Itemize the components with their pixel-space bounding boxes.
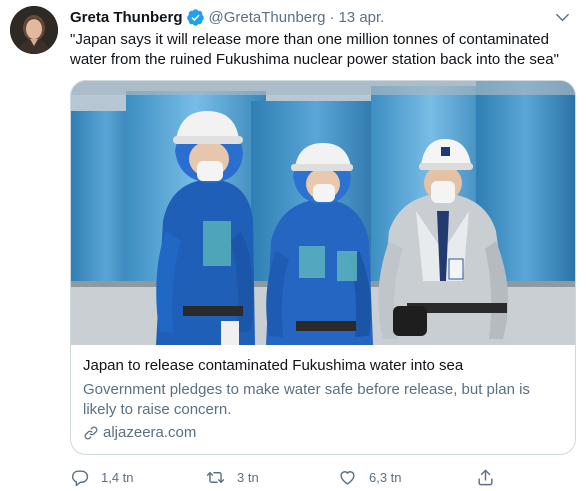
reply-icon — [71, 469, 89, 486]
avatar[interactable] — [10, 6, 58, 54]
card-body: Japan to release contaminated Fukushima … — [83, 356, 563, 443]
tweet-header: Greta Thunberg @GretaThunberg · 13 apr. — [70, 7, 572, 27]
card-domain: aljazeera.com — [83, 423, 563, 443]
retweet-icon — [206, 471, 225, 483]
card-image[interactable] — [71, 81, 575, 345]
tweet[interactable]: Greta Thunberg @GretaThunberg · 13 apr. … — [0, 0, 586, 491]
action-bar: 1,4 tn 3 tn 6,3 tn — [70, 465, 550, 489]
heart-icon — [340, 470, 355, 485]
link-icon — [84, 426, 98, 440]
like-count: 6,3 tn — [369, 469, 402, 485]
handle[interactable]: @GretaThunberg — [209, 9, 326, 26]
share-button[interactable] — [476, 465, 495, 489]
reply-count: 1,4 tn — [101, 469, 134, 485]
card-description: Government pledges to make water safe be… — [83, 381, 530, 418]
reply-button[interactable]: 1,4 tn — [70, 465, 134, 489]
link-card[interactable]: Japan to release contaminated Fukushima … — [70, 80, 576, 455]
card-domain-text: aljazeera.com — [103, 424, 197, 441]
display-name[interactable]: Greta Thunberg — [70, 9, 183, 26]
card-title: Japan to release contaminated Fukushima … — [83, 357, 464, 374]
like-button[interactable]: 6,3 tn — [338, 465, 402, 489]
chevron-down-icon[interactable] — [552, 7, 572, 27]
timestamp[interactable]: 13 apr. — [338, 9, 384, 26]
share-icon — [478, 469, 493, 485]
verified-badge-icon — [186, 8, 205, 27]
retweet-button[interactable]: 3 tn — [206, 465, 259, 489]
tweet-text: "Japan says it will release more than on… — [70, 31, 559, 68]
separator: · — [329, 8, 335, 26]
retweet-count: 3 tn — [237, 469, 259, 485]
